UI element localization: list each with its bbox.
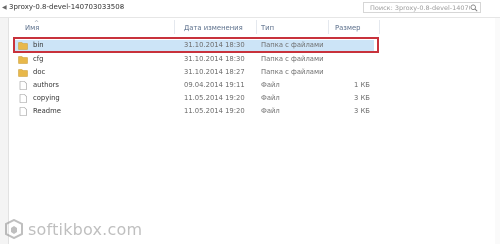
highlight-frame [13,37,379,53]
folder-icon [18,69,28,77]
search-input[interactable]: Поиск: 3proxy-0.8-devel-14070 [370,4,470,12]
file-type: Файл [261,94,280,102]
watermark-logo-icon [5,219,23,239]
file-row-doc[interactable]: doc 31.10.2014 18:27 Папка с файлами [14,67,374,78]
column-divider[interactable] [379,20,380,34]
file-name: cfg [33,55,44,63]
file-row-copying[interactable]: copying 11.05.2014 19:20 Файл 3 КБ [14,93,374,104]
file-size: 1 КБ [354,81,370,89]
search-icon[interactable] [470,4,478,12]
file-date: 09.04.2014 19:11 [184,81,245,89]
file-icon [19,107,27,116]
file-date: 31.10.2014 18:30 [184,55,245,63]
file-date: 11.05.2014 19:20 [184,107,245,115]
file-name: authors [33,81,59,89]
column-divider[interactable] [174,20,175,34]
file-type: Папка с файлами [261,68,324,76]
file-size: 3 КБ [354,94,370,102]
file-name: Readme [33,107,61,115]
column-type[interactable]: Тип [261,24,274,32]
file-name: copying [33,94,60,102]
scrollbar[interactable] [495,18,500,244]
column-divider[interactable] [256,20,257,34]
file-row-authors[interactable]: authors 09.04.2014 19:11 Файл 1 КБ [14,80,374,91]
address-bar: ◀ 3proxy-0.8-devel-140703033508 › Поиск:… [0,0,500,18]
file-name: doc [33,68,46,76]
navigation-pane[interactable] [0,18,9,244]
back-arrow-icon[interactable]: ◀ [2,4,7,11]
file-row-cfg[interactable]: cfg 31.10.2014 18:30 Папка с файлами [14,54,374,65]
search-box[interactable]: Поиск: 3proxy-0.8-devel-14070 [363,2,481,13]
file-date: 31.10.2014 18:27 [184,68,245,76]
watermark-text: softikbox.com [28,220,143,239]
column-name[interactable]: Имя [25,24,39,32]
column-date[interactable]: Дата изменения [184,24,243,32]
file-icon [19,94,27,103]
file-icon [19,81,27,90]
column-size[interactable]: Размер [335,24,361,32]
file-type: Файл [261,81,280,89]
breadcrumb[interactable]: 3proxy-0.8-devel-140703033508 [9,3,124,11]
file-size: 3 КБ [354,107,370,115]
column-divider[interactable] [328,20,329,34]
file-type: Папка с файлами [261,55,324,63]
chevron-right-icon[interactable]: › [120,3,123,11]
file-row-readme[interactable]: Readme 11.05.2014 19:20 Файл 3 КБ [14,106,374,117]
watermark: softikbox.com [4,218,164,240]
folder-icon [18,56,28,64]
file-type: Файл [261,107,280,115]
column-header-row: ^ Имя Дата изменения Тип Размер [9,20,429,34]
file-date: 11.05.2014 19:20 [184,94,245,102]
